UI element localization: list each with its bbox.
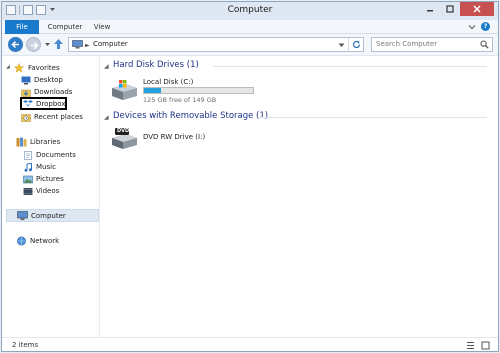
computer-icon (17, 210, 28, 221)
sidebar-item-label: Computer (31, 211, 66, 220)
sidebar-item-pictures[interactable]: Pictures (23, 173, 64, 185)
sidebar-item-label: Music (36, 163, 56, 171)
dvd-badge: DVD (117, 128, 130, 134)
breadcrumb-arrow-icon[interactable]: ► (85, 42, 90, 49)
collapse-removable-icon[interactable]: ◢ (104, 114, 109, 121)
forward-button[interactable] (26, 37, 41, 52)
ribbon-tabs: File Computer View ? (2, 20, 498, 34)
search-placeholder: Search Computer (376, 40, 438, 48)
maximize-button[interactable] (440, 2, 460, 16)
sidebar-item-label: Documents (36, 151, 76, 159)
view-switcher (466, 341, 490, 351)
drive-item-local-disk[interactable]: Local Disk (C:) 125 GB free of 149 GB (110, 76, 260, 106)
sidebar-item-network[interactable]: Network (16, 235, 114, 247)
section-divider (213, 66, 487, 67)
videos-icon (23, 187, 33, 196)
minimize-button[interactable] (420, 2, 440, 16)
section-header-removable[interactable]: Devices with Removable Storage (1) (113, 111, 268, 121)
recent-locations-icon[interactable] (44, 42, 51, 50)
sidebar-item-label: Videos (36, 187, 60, 195)
desktop-icon (21, 76, 31, 85)
drive-item-dvd[interactable]: DVD DVD RW Drive (I:) (110, 127, 230, 153)
refresh-button[interactable] (348, 38, 363, 51)
tab-view[interactable]: View (90, 20, 114, 34)
sidebar-item-dropbox[interactable]: Dropbox (20, 97, 67, 110)
sidebar-group-favorites[interactable]: Favorites (13, 62, 112, 74)
sidebar-item-label: Desktop (34, 76, 63, 84)
minimize-icon (427, 10, 433, 12)
music-icon (23, 162, 33, 172)
search-icon[interactable] (480, 40, 489, 51)
forward-arrow-icon (31, 41, 39, 50)
close-icon (473, 5, 481, 13)
sidebar-group-label: Libraries (30, 138, 61, 146)
large-icons-view-icon[interactable] (481, 341, 490, 351)
documents-icon (23, 150, 33, 160)
downloads-folder-icon (21, 88, 31, 97)
hard-drive-icon (110, 78, 138, 104)
explorer-window: Computer File Computer View ? ► Computer… (1, 1, 499, 352)
search-box[interactable]: Search Computer (371, 37, 493, 52)
network-icon (16, 236, 27, 246)
sidebar-item-videos[interactable]: Videos (23, 185, 59, 197)
favorites-collapse-icon[interactable]: ◢ (6, 64, 10, 70)
pictures-icon (23, 175, 33, 184)
sidebar-item-label: Recent places (34, 113, 83, 121)
sidebar-item-label: Network (30, 237, 60, 245)
status-bar: 2 items (2, 337, 498, 351)
up-arrow-icon[interactable] (53, 38, 64, 52)
drive-usage-fill (144, 88, 162, 93)
title-bar: Computer (2, 2, 498, 20)
sidebar-group-label: Favorites (28, 64, 60, 72)
navigation-bar: ► Computer Search Computer (2, 34, 498, 56)
back-button[interactable] (8, 37, 23, 52)
item-count: 2 items (12, 341, 39, 349)
help-icon[interactable]: ? (481, 22, 490, 31)
section-header-hard-disks[interactable]: Hard Disk Drives (1) (113, 60, 199, 70)
computer-icon (72, 40, 83, 51)
drive-name: Local Disk (C:) (143, 78, 194, 86)
sidebar-item-recent-places[interactable]: Recent places (21, 111, 83, 123)
sidebar-item-label: Pictures (36, 175, 64, 183)
sidebar-item-desktop[interactable]: Desktop (21, 74, 63, 86)
drive-name: DVD RW Drive (I:) (143, 133, 206, 141)
back-arrow-icon (11, 40, 19, 49)
content-pane: ◢ Hard Disk Drives (1) Local Disk (C:) 1… (101, 56, 498, 337)
tab-file[interactable]: File (5, 20, 39, 34)
breadcrumb-computer[interactable]: Computer (93, 40, 128, 48)
drive-usage-bar (143, 87, 254, 94)
dropbox-icon (23, 99, 33, 108)
address-dropdown-icon[interactable] (338, 42, 345, 50)
refresh-icon (352, 40, 360, 49)
sidebar-item-computer[interactable]: Computer (6, 209, 99, 222)
libraries-icon (16, 137, 27, 147)
sidebar-item-documents[interactable]: Documents (23, 149, 76, 161)
recent-places-icon (21, 113, 31, 122)
caption-buttons (420, 2, 494, 16)
section-divider (261, 117, 487, 118)
maximize-icon (446, 5, 454, 13)
sidebar-item-label: Downloads (34, 88, 73, 96)
address-bar[interactable]: ► Computer (68, 37, 364, 52)
star-icon (13, 62, 25, 73)
sidebar-item-music[interactable]: Music (23, 161, 56, 173)
details-view-icon[interactable] (466, 341, 475, 351)
expand-ribbon-icon[interactable] (468, 23, 476, 33)
sidebar-item-label: Dropbox (36, 99, 66, 108)
drive-free-space: 125 GB free of 149 GB (143, 96, 217, 104)
navigation-pane: ◢ Favorites Desktop Downloads Dropbox Re… (2, 56, 100, 337)
sidebar-group-libraries[interactable]: Libraries (16, 136, 114, 148)
tab-computer[interactable]: Computer (46, 20, 84, 34)
collapse-hard-disks-icon[interactable]: ◢ (104, 63, 109, 70)
close-button[interactable] (460, 2, 494, 16)
